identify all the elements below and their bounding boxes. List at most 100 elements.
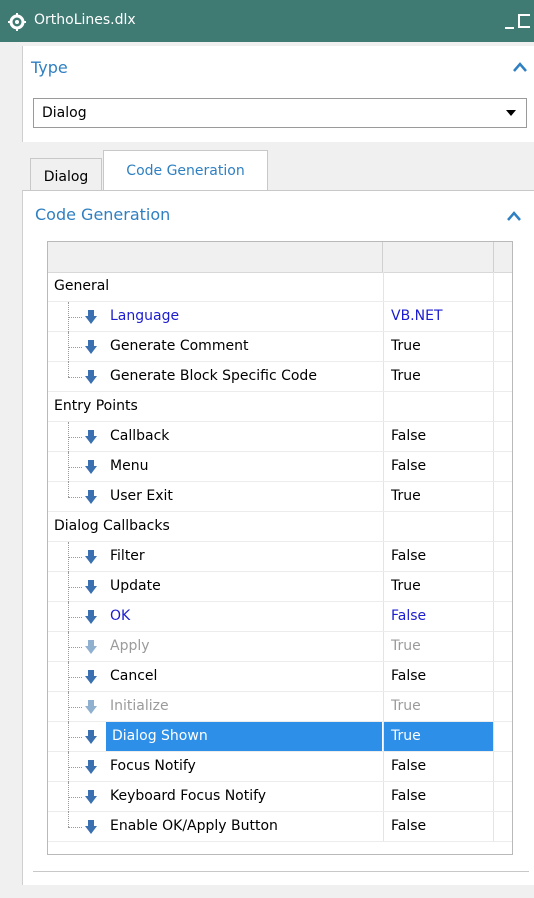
- property-label: Language: [110, 308, 180, 324]
- property-row[interactable]: Language VB.NET: [48, 302, 512, 332]
- grid-filler-cell: [493, 332, 512, 361]
- down-arrow-icon: [85, 490, 97, 504]
- property-grid: General Language VB.NET Generate Comment Tru…: [47, 241, 513, 855]
- panel-divider: [33, 871, 529, 872]
- property-label: Enable OK/Apply Button: [110, 818, 278, 834]
- property-row[interactable]: User Exit True: [48, 482, 512, 512]
- group-row[interactable]: General: [48, 272, 512, 302]
- tab-dialog[interactable]: Dialog: [30, 158, 102, 192]
- tree-line: [68, 347, 82, 348]
- property-row[interactable]: Menu False: [48, 452, 512, 482]
- grid-filler-cell: [493, 392, 512, 421]
- property-row[interactable]: Apply True: [48, 632, 512, 662]
- property-value-cell: [383, 392, 493, 421]
- property-row[interactable]: Initialize True: [48, 692, 512, 722]
- grid-filler-cell: [493, 272, 512, 301]
- property-label: Generate Block Specific Code: [110, 368, 317, 384]
- down-arrow-icon: [85, 760, 97, 774]
- property-value-cell[interactable]: False: [383, 812, 493, 841]
- maximize-icon[interactable]: [518, 14, 530, 28]
- grid-filler-cell: [493, 572, 512, 601]
- grid-filler-cell: [493, 752, 512, 781]
- type-section-header[interactable]: Type: [31, 58, 68, 77]
- property-row[interactable]: Cancel False: [48, 662, 512, 692]
- tree-line: [68, 617, 82, 618]
- down-arrow-icon: [85, 730, 97, 744]
- tree-line: [68, 827, 82, 828]
- property-row[interactable]: Dialog Shown True: [48, 722, 512, 752]
- code-generation-panel: Code Generation General Language VB.NET Gen…: [22, 190, 534, 885]
- property-value-cell[interactable]: True: [383, 722, 493, 751]
- property-value-cell[interactable]: False: [383, 602, 493, 631]
- column-divider[interactable]: [382, 242, 383, 272]
- grid-filler-cell: [493, 452, 512, 481]
- down-arrow-icon: [85, 460, 97, 474]
- property-value-cell[interactable]: True: [383, 362, 493, 391]
- chevron-up-icon[interactable]: [507, 211, 521, 221]
- property-value-cell[interactable]: False: [383, 662, 493, 691]
- property-label: Menu: [110, 458, 149, 474]
- property-name-cell: User Exit: [48, 482, 382, 511]
- property-value-cell[interactable]: False: [383, 422, 493, 451]
- property-name-cell: General: [48, 272, 382, 301]
- tree-line: [68, 482, 69, 497]
- down-arrow-icon: [85, 370, 97, 384]
- tree-line: [68, 437, 82, 438]
- property-value-cell[interactable]: False: [383, 782, 493, 811]
- property-row[interactable]: Focus Notify False: [48, 752, 512, 782]
- group-row[interactable]: Dialog Callbacks: [48, 512, 512, 542]
- tree-line: [68, 647, 82, 648]
- down-arrow-icon: [85, 580, 97, 594]
- minimize-icon[interactable]: [505, 27, 514, 29]
- property-value-cell[interactable]: True: [383, 332, 493, 361]
- code-generation-header[interactable]: Code Generation: [35, 205, 170, 224]
- chevron-up-icon[interactable]: [513, 62, 527, 72]
- property-name-cell: Focus Notify: [48, 752, 382, 782]
- grid-filler-cell: [493, 812, 512, 841]
- property-value-cell[interactable]: True: [383, 632, 493, 661]
- tree-line: [68, 497, 82, 498]
- down-arrow-icon: [85, 640, 97, 654]
- window-title: OrthoLines.dlx: [34, 12, 136, 28]
- tree-line: [68, 677, 82, 678]
- property-row[interactable]: OK False: [48, 602, 512, 632]
- property-name-cell: Dialog Shown: [48, 722, 382, 752]
- title-bar: OrthoLines.dlx: [0, 0, 534, 42]
- down-arrow-icon: [85, 310, 97, 324]
- type-dropdown[interactable]: Dialog: [33, 98, 527, 128]
- property-label: Callback: [110, 428, 170, 444]
- grid-header: [48, 242, 512, 273]
- property-value-cell[interactable]: False: [383, 752, 493, 781]
- property-name-cell: Generate Block Specific Code: [48, 362, 382, 391]
- property-label: Filter: [110, 548, 145, 564]
- grid-filler-cell: [493, 722, 512, 751]
- gear-icon[interactable]: [8, 13, 26, 31]
- tab-code-generation[interactable]: Code Generation: [103, 150, 268, 190]
- property-name-cell: Apply: [48, 632, 382, 662]
- property-row[interactable]: Filter False: [48, 542, 512, 572]
- group-row[interactable]: Entry Points: [48, 392, 512, 422]
- property-row[interactable]: Generate Block Specific Code True: [48, 362, 512, 392]
- property-row[interactable]: Callback False: [48, 422, 512, 452]
- property-row[interactable]: Keyboard Focus Notify False: [48, 782, 512, 812]
- property-value-cell[interactable]: False: [383, 542, 493, 571]
- property-value-cell[interactable]: VB.NET: [383, 302, 493, 331]
- property-value-cell: [383, 272, 493, 301]
- property-name-cell: Menu: [48, 452, 382, 482]
- property-label: Focus Notify: [110, 758, 196, 774]
- property-row[interactable]: Enable OK/Apply Button False: [48, 812, 512, 842]
- column-divider[interactable]: [493, 242, 494, 272]
- grid-filler-cell: [493, 602, 512, 631]
- property-label: Apply: [110, 638, 150, 654]
- property-label: Cancel: [110, 668, 158, 684]
- grid-filler-cell: [493, 302, 512, 331]
- property-row[interactable]: Generate Comment True: [48, 332, 512, 362]
- property-value-cell[interactable]: True: [383, 692, 493, 721]
- property-value-cell[interactable]: True: [383, 572, 493, 601]
- property-value-cell: [383, 512, 493, 541]
- tree-line: [68, 797, 82, 798]
- property-value-cell[interactable]: False: [383, 452, 493, 481]
- grid-filler-cell: [493, 692, 512, 721]
- property-row[interactable]: Update True: [48, 572, 512, 602]
- property-value-cell[interactable]: True: [383, 482, 493, 511]
